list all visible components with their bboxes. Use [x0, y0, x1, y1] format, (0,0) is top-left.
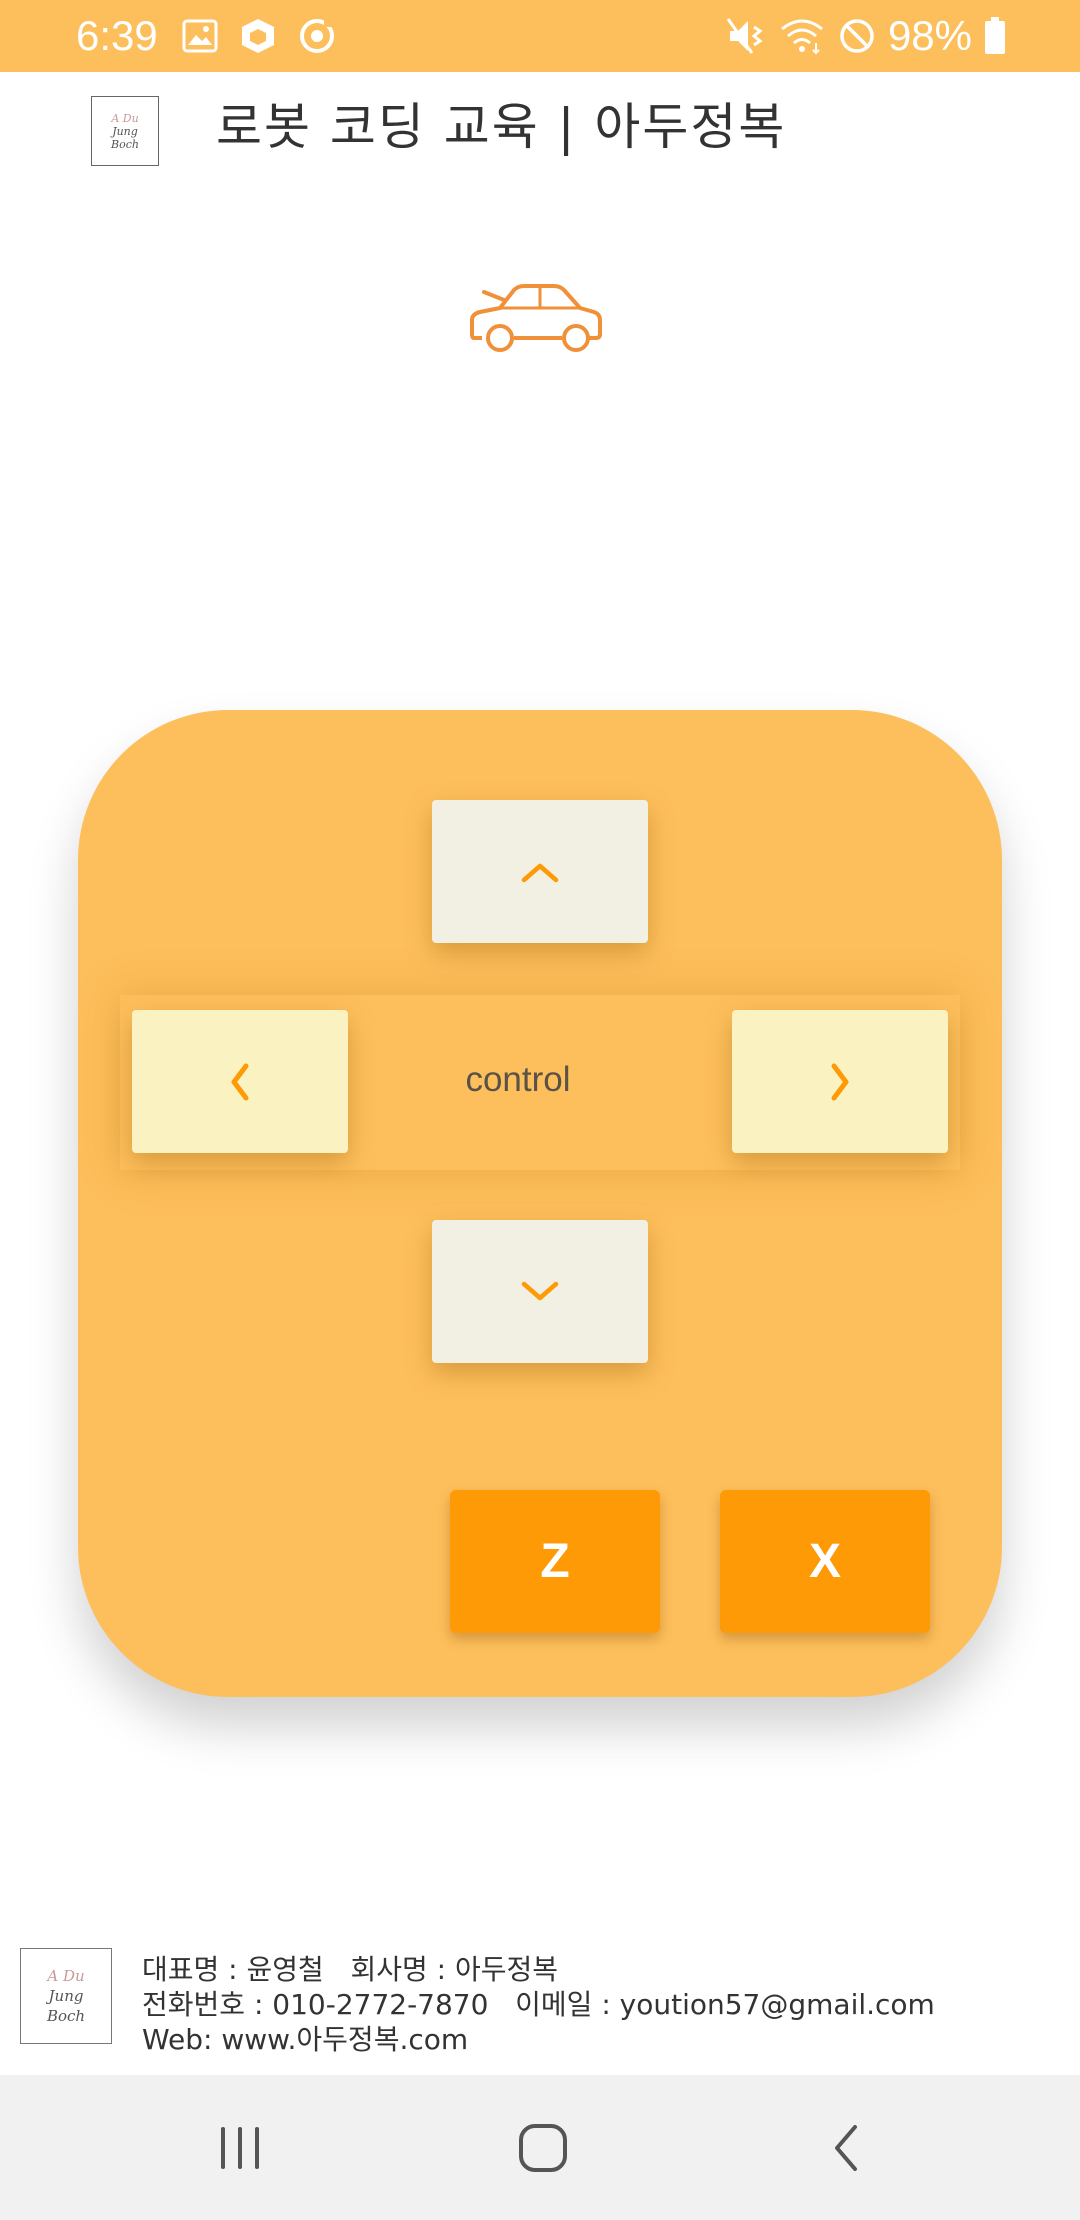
x-button[interactable]: X: [720, 1490, 930, 1633]
status-left-icons: [182, 16, 336, 56]
footer-info: 대표명 : 윤영철 회사명 : 아두정복 전화번호 : 010-2772-787…: [142, 1952, 935, 2057]
left-button[interactable]: [132, 1010, 348, 1153]
footer-contact-line: 전화번호 : 010-2772-7870 이메일 : yoution57@gma…: [142, 1988, 935, 2021]
footer-logo-line-2: Jung: [48, 1987, 84, 2005]
up-button[interactable]: [432, 800, 648, 943]
footer: A Du Jung Boch 대표명 : 윤영철 회사명 : 아두정복 전화번호…: [0, 1940, 1080, 2075]
car-icon: [470, 284, 602, 352]
footer-company-line: 대표명 : 윤영철 회사명 : 아두정복: [142, 1953, 559, 1986]
battery-percent: 98%: [887, 12, 972, 59]
image-icon: [182, 19, 218, 53]
down-button[interactable]: [432, 1220, 648, 1363]
right-button[interactable]: [732, 1010, 948, 1153]
wifi-icon: [781, 19, 823, 55]
logo-line-3: Boch: [111, 137, 139, 151]
footer-logo-line-1: A Du: [47, 1967, 85, 1985]
nav-bar: [0, 2075, 1080, 2220]
home-icon: [519, 2123, 567, 2172]
control-label: control: [465, 1060, 571, 1099]
chevron-up-icon: [521, 863, 559, 882]
box-icon: [242, 19, 274, 53]
no-disturb-icon: [840, 19, 874, 53]
logo-line-1: A Du: [111, 111, 139, 125]
header-logo: A Du Jung Boch: [91, 96, 159, 166]
status-time: 6:39: [76, 12, 158, 59]
app-header: A Du Jung Boch 로봇 코딩 교육 | 아두정복: [0, 72, 1080, 192]
chevron-left-icon: [231, 1063, 249, 1100]
z-button[interactable]: Z: [450, 1490, 660, 1633]
status-right: 98%: [726, 8, 1006, 64]
footer-logo-line-3: Boch: [46, 2007, 86, 2025]
back-icon: [835, 2124, 857, 2171]
logo-line-2: Jung: [112, 124, 138, 138]
sync-icon: [300, 19, 334, 53]
recent-apps-button[interactable]: [180, 2075, 300, 2220]
footer-web-line: Web: www.아두정복.com: [142, 2023, 469, 2056]
chevron-right-icon: [831, 1063, 849, 1100]
status-bar: 6:39 98%: [0, 0, 1080, 72]
footer-logo: A Du Jung Boch: [20, 1948, 112, 2044]
home-button[interactable]: [483, 2075, 603, 2220]
back-button[interactable]: [786, 2075, 906, 2220]
mute-vibrate-icon: [726, 18, 763, 54]
controller-pad: control Z X: [78, 710, 1002, 1697]
recent-apps-icon: [221, 2126, 259, 2169]
battery-icon: [985, 17, 1005, 54]
chevron-down-icon: [521, 1281, 559, 1300]
app-title: 로봇 코딩 교육 | 아두정복: [216, 98, 787, 156]
